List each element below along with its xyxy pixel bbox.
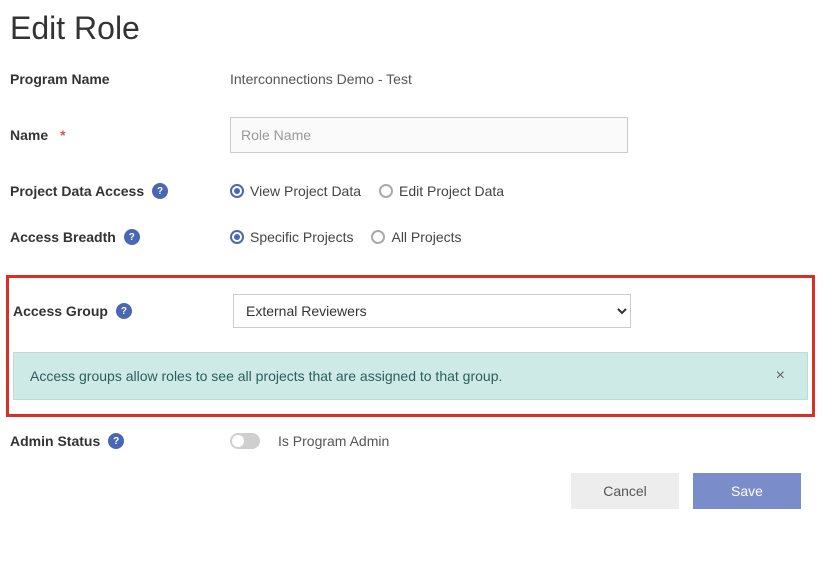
radio-all-projects[interactable]: All Projects [371, 229, 461, 245]
close-icon[interactable]: × [770, 367, 791, 385]
access-group-info-banner: Access groups allow roles to see all pro… [13, 352, 808, 400]
radio-dot-icon [230, 230, 244, 244]
radio-dot-icon [230, 184, 244, 198]
radio-circle-icon [379, 184, 393, 198]
row-program-name: Program Name Interconnections Demo - Tes… [10, 71, 825, 87]
label-project-data-access: Project Data Access ? [10, 183, 230, 199]
admin-toggle[interactable] [230, 433, 260, 449]
save-button[interactable]: Save [693, 473, 801, 509]
radio-circle-icon [371, 230, 385, 244]
info-banner-text: Access groups allow roles to see all pro… [30, 368, 502, 384]
label-access-group: Access Group ? [13, 303, 233, 319]
access-group-select[interactable]: External Reviewers [233, 294, 631, 328]
help-icon[interactable]: ? [108, 433, 124, 449]
cancel-button[interactable]: Cancel [571, 473, 679, 509]
row-access-group: Access Group ? External Reviewers [9, 294, 812, 328]
row-access-breadth: Access Breadth ? Specific Projects All P… [10, 229, 825, 245]
label-access-breadth: Access Breadth ? [10, 229, 230, 245]
label-admin-status: Admin Status ? [10, 433, 230, 449]
radio-specific-projects[interactable]: Specific Projects [230, 229, 353, 245]
admin-toggle-label: Is Program Admin [278, 433, 389, 449]
required-asterisk: * [60, 127, 65, 143]
value-program-name: Interconnections Demo - Test [230, 71, 825, 87]
help-icon[interactable]: ? [124, 229, 140, 245]
help-icon[interactable]: ? [116, 303, 132, 319]
label-program-name: Program Name [10, 71, 230, 87]
radio-edit-project-data[interactable]: Edit Project Data [379, 183, 504, 199]
edit-role-page: Edit Role Program Name Interconnections … [0, 0, 835, 529]
access-group-highlight: Access Group ? External Reviewers Access… [6, 275, 815, 417]
help-icon[interactable]: ? [152, 183, 168, 199]
radio-view-project-data[interactable]: View Project Data [230, 183, 361, 199]
page-title: Edit Role [10, 10, 825, 47]
row-project-data-access: Project Data Access ? View Project Data … [10, 183, 825, 199]
name-input[interactable] [230, 117, 628, 153]
button-row: Cancel Save [10, 473, 825, 509]
row-admin-status: Admin Status ? Is Program Admin [10, 433, 825, 449]
row-name: Name* [10, 117, 825, 153]
label-name: Name* [10, 127, 230, 143]
